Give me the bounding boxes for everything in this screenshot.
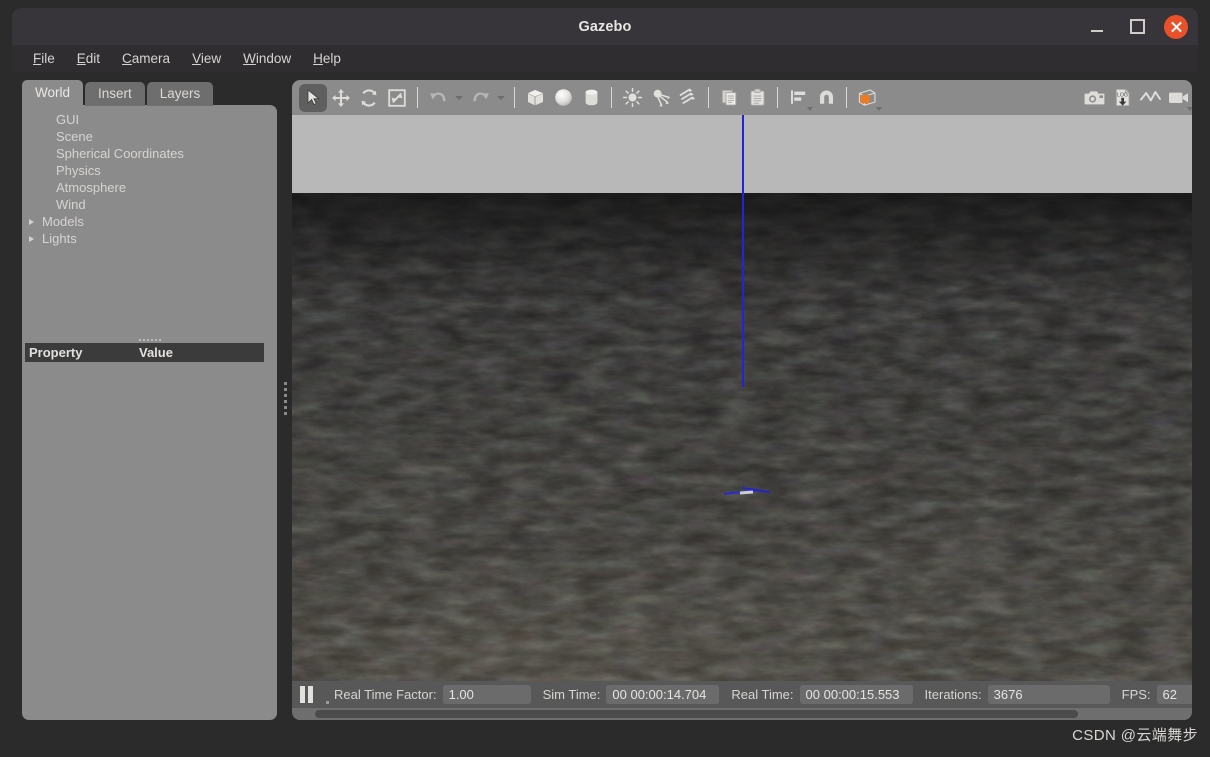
- title-bar: Gazebo: [12, 8, 1198, 45]
- tab-world[interactable]: World: [22, 80, 84, 106]
- iterations-value: 3676: [987, 685, 1110, 704]
- left-panel: World Insert Layers GUI Scene Spherical …: [22, 80, 277, 720]
- tree-item-gui[interactable]: GUI: [22, 111, 277, 128]
- sim-time-label: Sim Time:: [542, 687, 601, 702]
- gazebo-window: Gazebo File Edit Camera View Window Help…: [0, 0, 1210, 757]
- main-area: World Insert Layers GUI Scene Spherical …: [12, 72, 1198, 724]
- cylinder-icon[interactable]: [577, 84, 605, 112]
- iterations-label: Iterations:: [924, 687, 982, 702]
- tree-item-label: Models: [42, 214, 84, 229]
- value-column-header: Value: [139, 345, 173, 360]
- render-panel: LOG Real Time Factor: 1.00 Sim Time: 00 …: [292, 80, 1192, 720]
- record-video-icon[interactable]: [1164, 84, 1192, 112]
- tree-item-label: Lights: [42, 231, 77, 246]
- tab-insert[interactable]: Insert: [85, 82, 145, 106]
- log-glyph-text: LOG: [1117, 93, 1128, 99]
- property-table-header: Property Value: [25, 343, 264, 362]
- menu-window[interactable]: Window: [232, 48, 302, 69]
- snap-icon[interactable]: [812, 84, 840, 112]
- window-controls: [1084, 8, 1188, 45]
- tree-item-atmosphere[interactable]: Atmosphere: [22, 179, 277, 196]
- scale-mode-icon[interactable]: [383, 84, 411, 112]
- fps-label: FPS:: [1121, 687, 1151, 702]
- screenshot-icon[interactable]: [1080, 84, 1108, 112]
- world-tree-panel: GUI Scene Spherical Coordinates Physics …: [22, 105, 277, 720]
- menu-file[interactable]: File: [22, 48, 66, 69]
- toolbar-separator: [777, 87, 778, 108]
- real-time-label: Real Time:: [731, 687, 794, 702]
- tree-item-label: Scene: [56, 129, 93, 144]
- tree-item-spherical-coordinates[interactable]: Spherical Coordinates: [22, 145, 277, 162]
- tree-item-label: Spherical Coordinates: [56, 146, 184, 161]
- record-video-dropdown-icon[interactable]: [1187, 106, 1192, 111]
- toolbar-separator: [417, 87, 418, 108]
- copy-icon[interactable]: [715, 84, 743, 112]
- tree-item-models[interactable]: Models: [22, 213, 277, 230]
- rotate-mode-icon[interactable]: [355, 84, 383, 112]
- undo-icon[interactable]: [424, 84, 452, 112]
- menu-bar: File Edit Camera View Window Help: [12, 45, 1198, 72]
- editor-toolbar: LOG: [292, 80, 1192, 115]
- real-time-value: 00 00:00:15.553: [799, 685, 913, 704]
- real-time-factor-value: 1.00: [442, 685, 531, 704]
- world-tree: GUI Scene Spherical Coordinates Physics …: [22, 111, 277, 247]
- real-time-factor-label: Real Time Factor:: [334, 687, 437, 702]
- view-angle-icon[interactable]: [853, 84, 882, 112]
- toolbar-separator: [611, 87, 612, 108]
- watermark: CSDN @云端舞步: [1072, 727, 1198, 744]
- property-column-header: Property: [29, 345, 83, 360]
- toolbar-separator: [708, 87, 709, 108]
- tree-item-scene[interactable]: Scene: [22, 128, 277, 145]
- step-button[interactable]: [320, 686, 334, 704]
- directional-light-icon[interactable]: [674, 84, 702, 112]
- sphere-icon[interactable]: [549, 84, 577, 112]
- chevron-right-icon[interactable]: [24, 235, 38, 242]
- tree-item-lights[interactable]: Lights: [22, 230, 277, 247]
- tree-item-label: Wind: [56, 197, 86, 212]
- z-axis-line: [742, 115, 744, 387]
- align-icon[interactable]: [784, 84, 813, 112]
- tree-item-label: GUI: [56, 112, 80, 127]
- chevron-right-icon[interactable]: [24, 218, 38, 225]
- plot-icon[interactable]: [1136, 84, 1164, 112]
- toolbar-separator: [846, 87, 847, 108]
- horizontal-scrollbar-thumb[interactable]: [315, 710, 1078, 718]
- paste-icon[interactable]: [743, 84, 771, 112]
- minimize-button[interactable]: [1084, 14, 1110, 40]
- toolbar-separator: [514, 87, 515, 108]
- translate-mode-icon[interactable]: [327, 84, 355, 112]
- redo-dropdown-icon[interactable]: [494, 84, 508, 112]
- maximize-button[interactable]: [1124, 14, 1150, 40]
- pause-button[interactable]: [300, 686, 320, 704]
- tree-item-label: Atmosphere: [56, 180, 127, 195]
- redo-icon[interactable]: [466, 84, 494, 112]
- tree-item-wind[interactable]: Wind: [22, 196, 277, 213]
- status-bar: Real Time Factor: 1.00 Sim Time: 00 00:0…: [292, 681, 1192, 708]
- panel-tabs: World Insert Layers: [22, 80, 215, 106]
- 3d-viewport[interactable]: [292, 115, 1192, 681]
- window-title: Gazebo: [578, 18, 632, 35]
- sim-time-value: 00 00:00:14.704: [606, 685, 720, 704]
- fps-value: 62: [1156, 685, 1192, 704]
- tab-layers[interactable]: Layers: [146, 82, 214, 106]
- point-light-icon[interactable]: [618, 84, 646, 112]
- undo-dropdown-icon[interactable]: [452, 84, 466, 112]
- menu-camera[interactable]: Camera: [111, 48, 181, 69]
- spot-light-icon[interactable]: [646, 84, 674, 112]
- menu-help[interactable]: Help: [302, 48, 352, 69]
- close-button[interactable]: [1164, 14, 1188, 39]
- property-splitter-handle[interactable]: [25, 336, 274, 343]
- menu-view[interactable]: View: [181, 48, 232, 69]
- box-icon[interactable]: [521, 84, 549, 112]
- select-mode-icon[interactable]: [299, 83, 327, 112]
- menu-edit[interactable]: Edit: [66, 48, 111, 69]
- view-angle-dropdown-icon[interactable]: [876, 106, 882, 111]
- horizontal-scrollbar[interactable]: [292, 708, 1192, 720]
- left-splitter[interactable]: [280, 72, 291, 724]
- tree-item-label: Physics: [56, 163, 101, 178]
- log-icon[interactable]: LOG: [1108, 84, 1136, 112]
- tree-item-physics[interactable]: Physics: [22, 162, 277, 179]
